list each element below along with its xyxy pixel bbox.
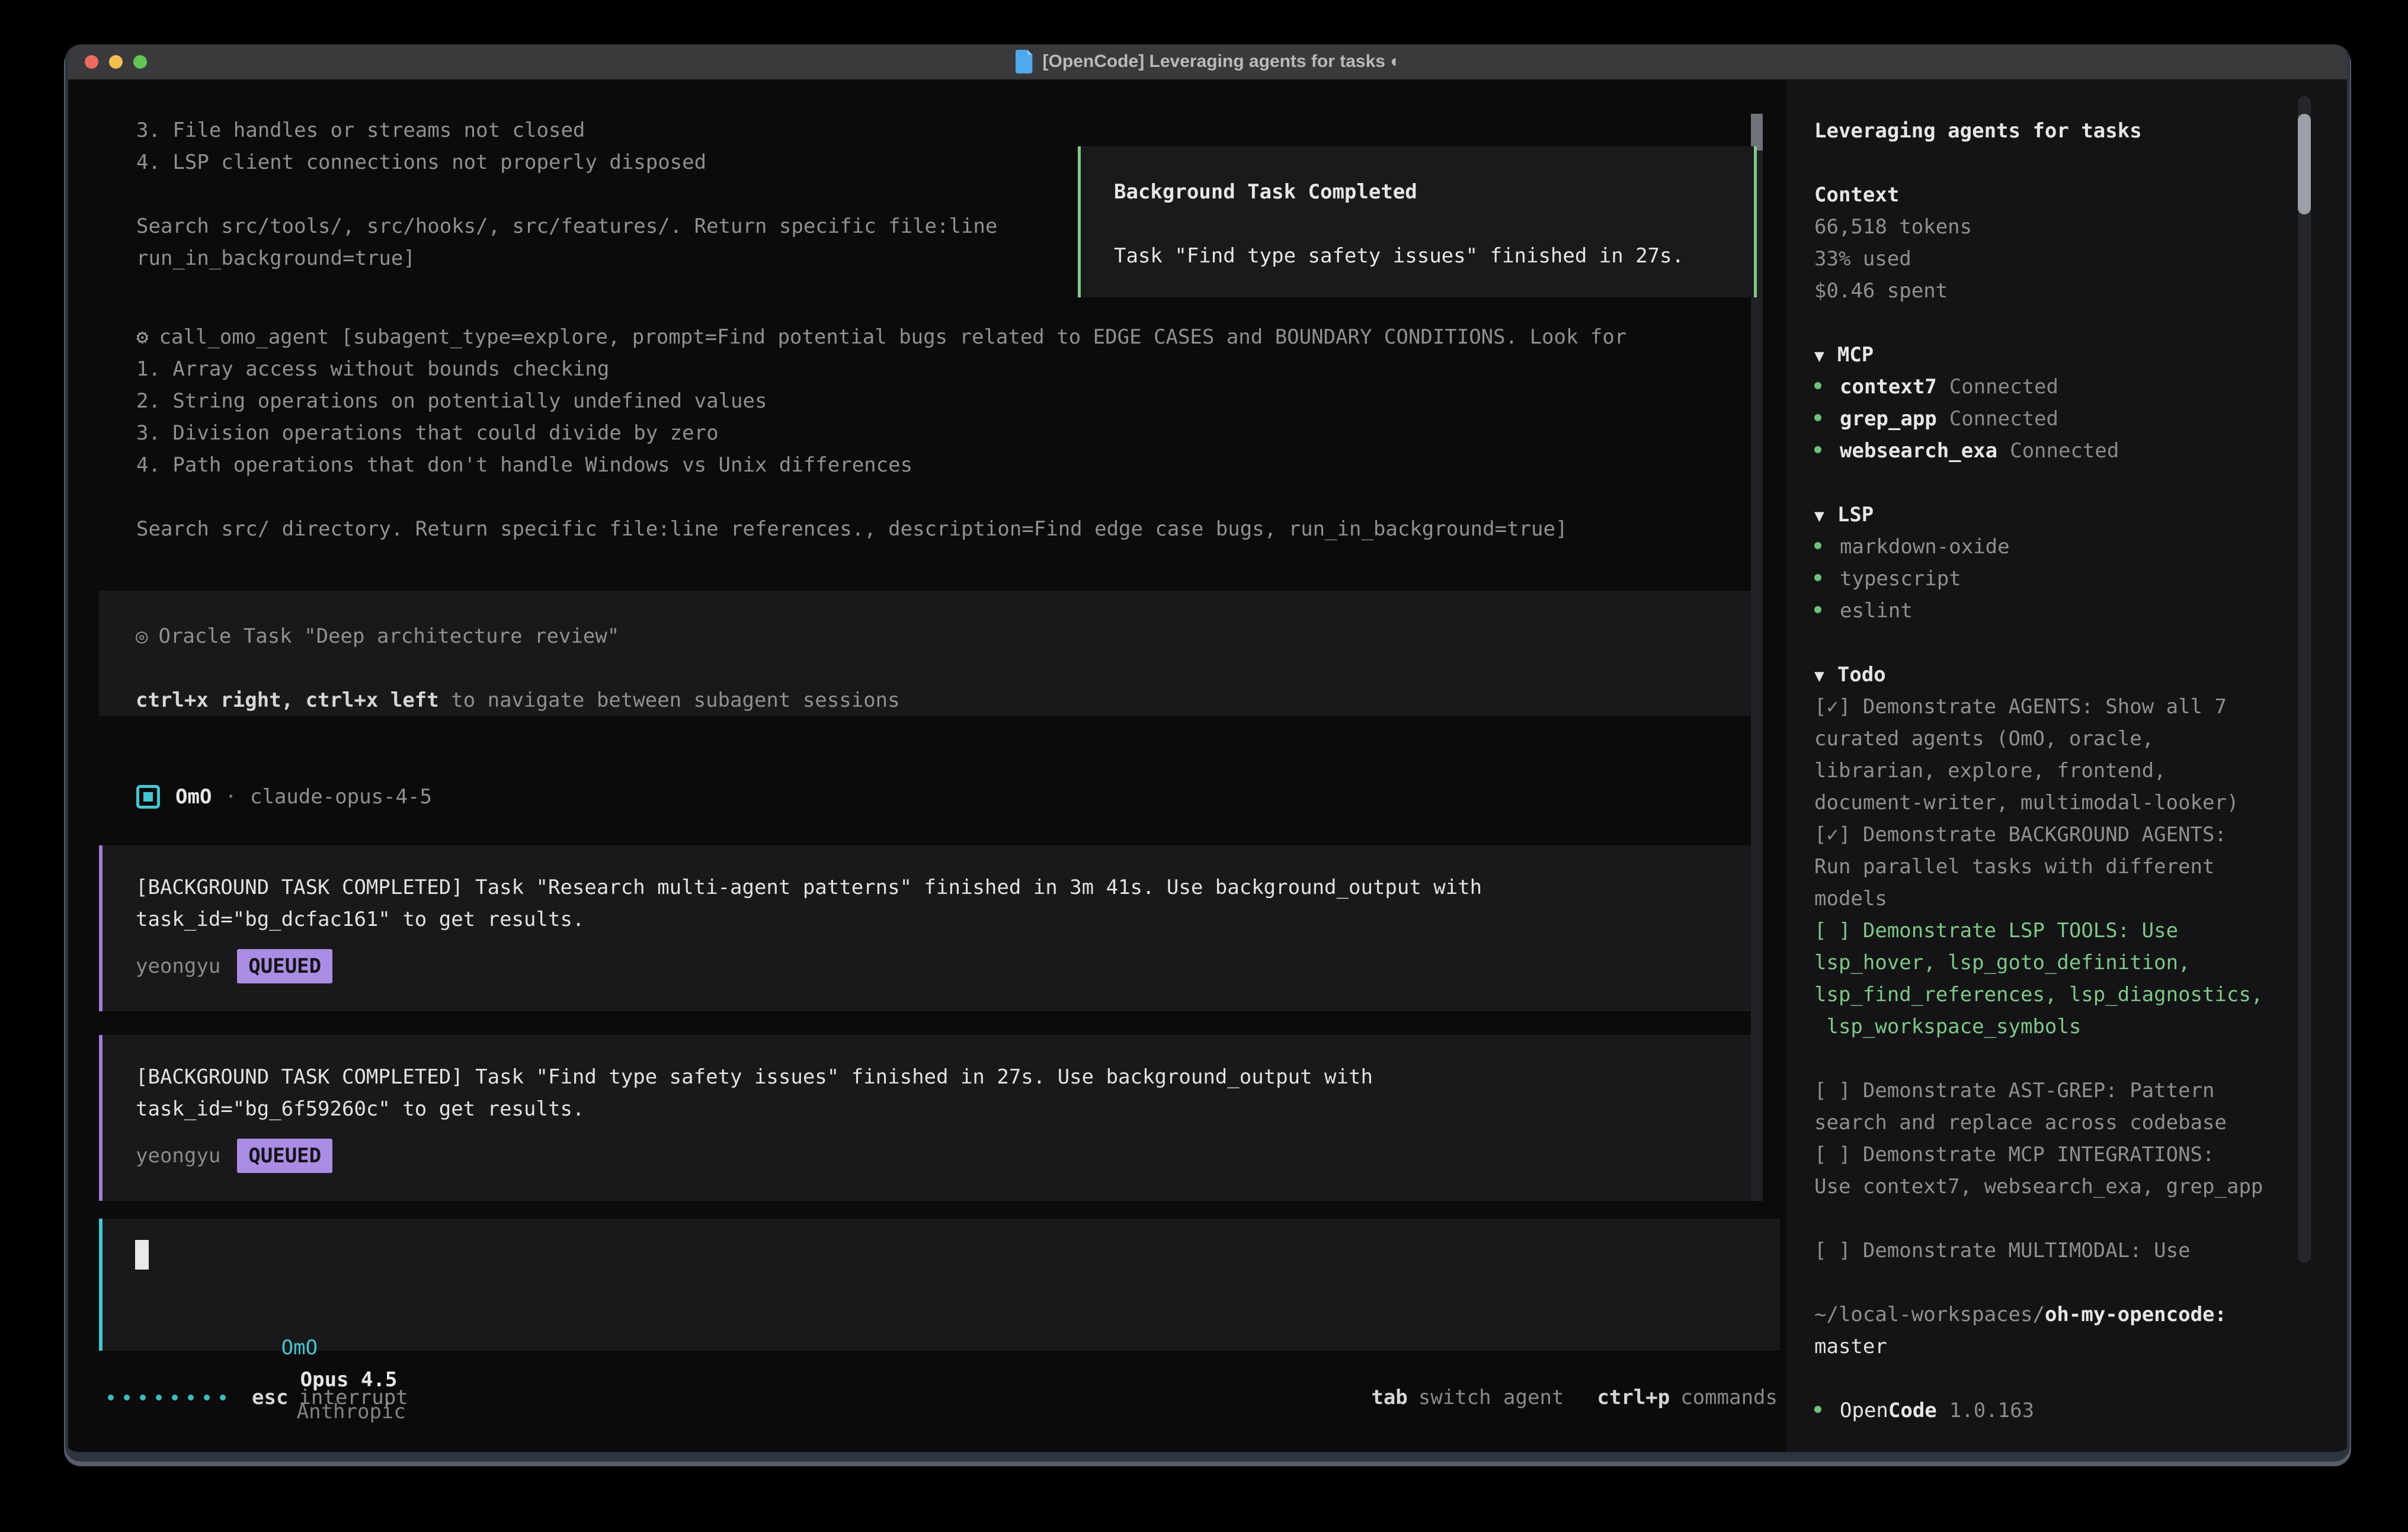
- tool-call-block: ⚙ call_omo_agent [subagent_type=explore, …: [136, 321, 1750, 545]
- todo-item: [ ] Demonstrate MCP INTEGRATIONS: Use co…: [1814, 1139, 2323, 1203]
- document-icon: [1014, 50, 1035, 73]
- sidebar: Leveraging agents for tasks Context 66,5…: [1786, 80, 2347, 1452]
- agent-session-header: OmO · claude-opus-4-5: [136, 781, 432, 813]
- todo-item: [ ] Demonstrate AST-GREP: Pattern search…: [1814, 1075, 2323, 1139]
- statusbar-left: esc interrupt: [108, 1386, 408, 1409]
- workspace-path: ~/local-workspaces/oh-my-opencode:: [1814, 1299, 2323, 1331]
- toast-body: Task "Find type safety issues" finished …: [1114, 240, 1754, 272]
- sidebar-scrollbar-thumb[interactable]: [2298, 114, 2311, 214]
- status-dot-icon: [1814, 574, 1821, 581]
- text-line: 3. File handles or streams not closed: [136, 114, 1744, 146]
- status-dot-icon: [1814, 1406, 1821, 1413]
- app-window: [OpenCode] Leveraging agents for tasks ◐…: [65, 44, 2350, 1462]
- main-scrollbar-thumb[interactable]: [1751, 114, 1763, 150]
- separator-dot: ·: [225, 785, 236, 809]
- message-line: [BACKGROUND TASK COMPLETED] Task "Find t…: [136, 1061, 1755, 1093]
- window-title: [OpenCode] Leveraging agents for tasks ◐: [1043, 52, 1401, 72]
- app-content: 3. File handles or streams not closed 4.…: [68, 80, 2347, 1452]
- mcp-item: context7Connected: [1814, 371, 2323, 403]
- text-line: 2. String operations on potentially unde…: [136, 385, 1750, 417]
- active-agent-label: OmO: [281, 1336, 318, 1360]
- message-line: task_id="bg_dcfac161" to get results.: [136, 903, 1755, 935]
- workspace-branch: master: [1814, 1331, 2323, 1363]
- context-tokens: 66,518 tokens: [1814, 211, 2323, 243]
- message-author: yeongyu: [136, 1144, 220, 1168]
- status-badge: QUEUED: [237, 949, 332, 983]
- tool-call-text: call_omo_agent [subagent_type=explore, p…: [159, 325, 1626, 349]
- context-spent: $0.46 spent: [1814, 275, 2323, 307]
- subagent-nav-hint: ctrl+x right, ctrl+x left to navigate be…: [136, 684, 1757, 716]
- gear-icon: ⚙: [136, 325, 148, 349]
- section-todo[interactable]: ▼Todo: [1814, 659, 2323, 691]
- terminal-main: 3. File handles or streams not closed 4.…: [68, 80, 1786, 1452]
- lsp-item: typescript: [1814, 563, 2323, 595]
- esc-key-label: interrupt: [299, 1386, 408, 1409]
- hint-text: to navigate between subagent sessions: [439, 688, 900, 712]
- circle-icon: ◎: [136, 624, 148, 648]
- titlebar: [OpenCode] Leveraging agents for tasks ◐: [68, 44, 2347, 80]
- status-dot-icon: [1814, 382, 1821, 389]
- statusbar-right: tab switch agent ctrl+p commands: [1371, 1386, 1778, 1409]
- toast-title: Background Task Completed: [1114, 176, 1754, 208]
- desktop: [OpenCode] Leveraging agents for tasks ◐…: [0, 0, 2408, 1532]
- status-badge: QUEUED: [237, 1139, 332, 1173]
- sidebar-scrollbar-track: [2298, 96, 2311, 1263]
- message-line: task_id="bg_6f59260c" to get results.: [136, 1093, 1755, 1125]
- message-block: [BACKGROUND TASK COMPLETED] Task "Resear…: [99, 845, 1755, 1011]
- todo-item: [ ] Demonstrate MULTIMODAL: Use: [1814, 1235, 2323, 1267]
- mcp-item: websearch_exaConnected: [1814, 435, 2323, 467]
- chevron-down-icon: ▼: [1814, 346, 1824, 366]
- prompt-input[interactable]: OmO Opus 4.5 Anthropic: [99, 1219, 1780, 1351]
- tab-key-hint: tab: [1371, 1386, 1407, 1409]
- window-title-area: [OpenCode] Leveraging agents for tasks ◐: [68, 44, 2347, 79]
- version-row: OpenCode1.0.163: [1814, 1395, 2323, 1427]
- oracle-task-title: ◎Oracle Task "Deep architecture review": [136, 620, 1757, 652]
- hint-keys: ctrl+x right, ctrl+x left: [136, 688, 439, 712]
- tab-key-label: switch agent: [1418, 1386, 1564, 1409]
- todo-item-active: [ ] Demonstrate LSP TOOLS: Use lsp_hover…: [1814, 915, 2323, 1043]
- todo-item: [✓] Demonstrate AGENTS: Show all 7 curat…: [1814, 691, 2323, 819]
- commands-key-label: commands: [1680, 1386, 1778, 1409]
- text-line: 1. Array access without bounds checking: [136, 353, 1750, 385]
- status-dot-icon: [1814, 446, 1821, 453]
- message-line: [BACKGROUND TASK COMPLETED] Task "Resear…: [136, 871, 1755, 903]
- message-meta: yeongyu QUEUED: [136, 1138, 1755, 1174]
- message-meta: yeongyu QUEUED: [136, 948, 1755, 984]
- message-author: yeongyu: [136, 954, 220, 978]
- status-bar: esc interrupt tab switch agent ctrl+p co…: [108, 1382, 1778, 1414]
- chevron-down-icon: ▼: [1814, 666, 1824, 685]
- status-dot-icon: [1814, 606, 1821, 613]
- todo-item: [✓] Demonstrate BACKGROUND AGENTS: Run p…: [1814, 819, 2323, 915]
- text-line: Search src/ directory. Return specific f…: [136, 513, 1750, 545]
- lsp-item: markdown-oxide: [1814, 531, 2323, 563]
- esc-key-hint: esc: [252, 1386, 288, 1409]
- agent-model: claude-opus-4-5: [250, 785, 432, 809]
- context-used: 33% used: [1814, 243, 2323, 275]
- lsp-item: eslint: [1814, 595, 2323, 627]
- agent-name: OmO: [175, 785, 212, 809]
- section-lsp[interactable]: ▼LSP: [1814, 499, 2323, 531]
- activity-dots: [108, 1395, 226, 1400]
- text-cursor: [135, 1240, 149, 1270]
- text-line: 4. Path operations that don't handle Win…: [136, 449, 1750, 481]
- session-title: Leveraging agents for tasks: [1814, 115, 2323, 147]
- commands-key-hint: ctrl+p: [1597, 1386, 1670, 1409]
- input-footer: OmO Opus 4.5 Anthropic: [136, 1300, 406, 1332]
- mcp-item: grep_appConnected: [1814, 403, 2323, 435]
- background-task-toast: Background Task Completed Task "Find typ…: [1078, 146, 1757, 297]
- oracle-task-panel: ◎Oracle Task "Deep architecture review" …: [99, 591, 1757, 716]
- status-dot-icon: [1814, 414, 1821, 421]
- tool-call-header: ⚙ call_omo_agent [subagent_type=explore, …: [136, 321, 1750, 353]
- section-mcp[interactable]: ▼MCP: [1814, 339, 2323, 371]
- agent-icon: [136, 785, 160, 809]
- context-heading: Context: [1814, 179, 2323, 211]
- chevron-down-icon: ▼: [1814, 506, 1824, 525]
- message-block: [BACKGROUND TASK COMPLETED] Task "Find t…: [99, 1035, 1755, 1201]
- text-line: 3. Division operations that could divide…: [136, 417, 1750, 449]
- status-dot-icon: [1814, 542, 1821, 549]
- text-line: [136, 481, 1750, 513]
